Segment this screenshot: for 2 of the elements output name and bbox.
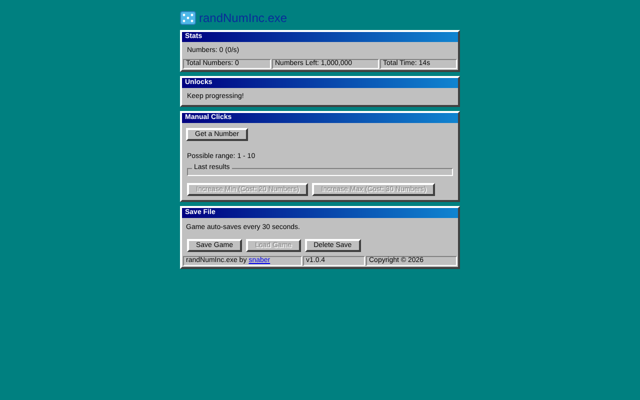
app-title: randNumInc.exe bbox=[199, 10, 288, 24]
dice-icon bbox=[180, 10, 196, 24]
